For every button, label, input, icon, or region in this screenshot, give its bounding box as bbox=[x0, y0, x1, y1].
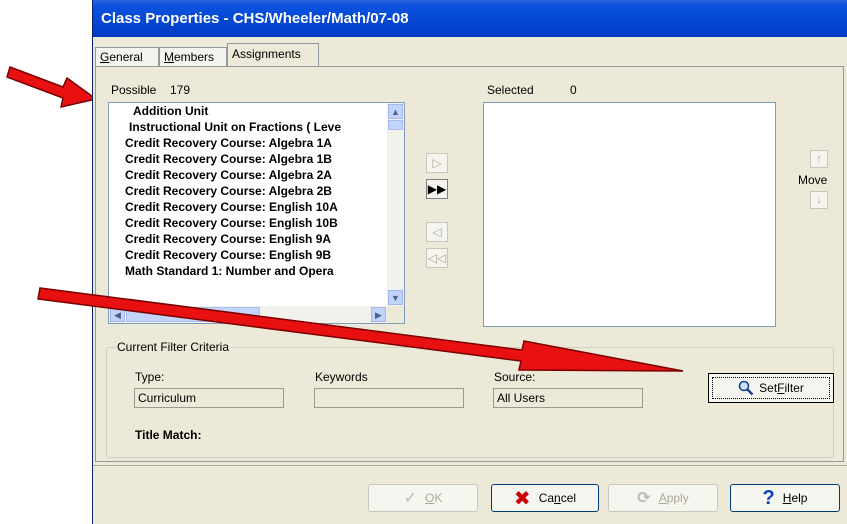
cancel-label-post: cel bbox=[560, 491, 577, 505]
source-field: All Users bbox=[493, 388, 643, 408]
list-item[interactable]: Math Standard 1: Number and Opera bbox=[109, 263, 387, 279]
source-label: Source: bbox=[494, 370, 536, 384]
set-filter-label-post: ilter bbox=[784, 381, 804, 395]
cancel-accel: n bbox=[554, 491, 561, 505]
ok-button[interactable]: ✓ OK bbox=[368, 484, 478, 512]
tab-members-label: embers bbox=[174, 50, 215, 64]
possible-horizontal-scrollbar[interactable]: ◀ ▶ bbox=[109, 306, 387, 323]
scrollbar-corner bbox=[387, 306, 404, 323]
tab-general[interactable]: General bbox=[95, 47, 159, 66]
list-item[interactable]: Credit Recovery Course: English 10A bbox=[109, 199, 387, 215]
magnifier-icon bbox=[738, 380, 754, 396]
tab-assignments-label: Assignments bbox=[232, 47, 301, 61]
set-filter-focus: Set Filter bbox=[712, 377, 830, 399]
list-item[interactable]: Credit Recovery Course: English 9A bbox=[109, 231, 387, 247]
list-item[interactable]: Credit Recovery Course: Algebra 2B bbox=[109, 183, 387, 199]
type-field: Curriculum bbox=[134, 388, 284, 408]
dialog-title: Class Properties - CHS/Wheeler/Math/07-0… bbox=[93, 0, 847, 37]
set-filter-button[interactable]: Set Filter bbox=[708, 373, 834, 403]
scroll-up-icon[interactable]: ▲ bbox=[388, 104, 403, 119]
move-label: Move bbox=[798, 173, 828, 187]
type-label: Type: bbox=[135, 370, 165, 384]
cancel-label-pre: Ca bbox=[538, 491, 555, 505]
red-x-icon: ✖ bbox=[513, 487, 531, 510]
add-all-button[interactable]: ▶▶ bbox=[426, 179, 448, 199]
tab-assignments[interactable]: Assignments bbox=[227, 43, 319, 67]
apply-accel: A bbox=[658, 491, 667, 505]
title-match-label: Title Match: bbox=[135, 428, 202, 442]
horizontal-scroll-thumb[interactable] bbox=[126, 307, 260, 322]
button-bar-divider bbox=[93, 465, 847, 466]
checkmark-icon: ✓ bbox=[403, 490, 418, 507]
tab-general-accel: G bbox=[100, 50, 110, 64]
list-item[interactable]: Credit Recovery Course: English 10B bbox=[109, 215, 387, 231]
question-mark-icon: ? bbox=[762, 486, 775, 509]
scroll-down-icon[interactable]: ▼ bbox=[388, 290, 403, 305]
help-button[interactable]: ? Help bbox=[730, 484, 840, 512]
selected-list[interactable] bbox=[483, 102, 776, 327]
help-accel: H bbox=[782, 491, 792, 505]
set-filter-label-pre: Set bbox=[759, 381, 778, 395]
ok-accel: O bbox=[425, 491, 435, 505]
move-up-button[interactable]: ↑ bbox=[810, 150, 828, 168]
list-item[interactable]: Credit Recovery Course: English 9B bbox=[109, 247, 387, 263]
possible-list-items: Addition Unit Instructional Unit on Frac… bbox=[109, 103, 387, 306]
possible-list[interactable]: Addition Unit Instructional Unit on Frac… bbox=[108, 102, 405, 324]
set-filter-accel: F bbox=[777, 381, 785, 395]
ok-label: K bbox=[434, 491, 443, 505]
scroll-right-icon[interactable]: ▶ bbox=[371, 307, 386, 322]
annotation-arrow-left bbox=[6, 66, 98, 108]
list-item[interactable]: Credit Recovery Course: Algebra 2A bbox=[109, 167, 387, 183]
possible-label: Possible bbox=[111, 83, 157, 97]
list-item[interactable]: Credit Recovery Course: Algebra 1A bbox=[109, 135, 387, 151]
list-item[interactable]: Addition Unit bbox=[109, 103, 387, 119]
add-selected-button[interactable]: ▷ bbox=[426, 153, 448, 173]
apply-label: pply bbox=[666, 491, 689, 505]
vertical-scroll-thumb[interactable] bbox=[388, 120, 403, 130]
remove-all-button[interactable]: ◁◁ bbox=[426, 248, 448, 268]
selected-label: Selected bbox=[487, 83, 534, 97]
tab-members-accel: M bbox=[164, 50, 174, 64]
refresh-icon: ⟳ bbox=[637, 490, 651, 507]
keywords-label: Keywords bbox=[315, 370, 368, 384]
cancel-button[interactable]: ✖ Ca n cel bbox=[491, 484, 599, 512]
tab-general-label: eneral bbox=[109, 50, 143, 64]
filter-criteria-title: Current Filter Criteria bbox=[115, 340, 232, 354]
list-item[interactable]: Credit Recovery Course: Algebra 1B bbox=[109, 151, 387, 167]
keywords-field bbox=[314, 388, 464, 408]
apply-button[interactable]: ⟳ Apply bbox=[608, 484, 718, 512]
assignments-panel: Possible 179 Addition Unit Instructional… bbox=[95, 66, 844, 462]
possible-count: 179 bbox=[170, 83, 191, 97]
scroll-left-icon[interactable]: ◀ bbox=[110, 307, 125, 322]
help-label: elp bbox=[791, 491, 808, 505]
possible-vertical-scrollbar[interactable]: ▲ ▼ bbox=[387, 103, 404, 306]
list-item[interactable]: Instructional Unit on Fractions ( Leve bbox=[109, 119, 387, 135]
tab-members[interactable]: Members bbox=[159, 47, 227, 66]
remove-selected-button[interactable]: ◁ bbox=[426, 222, 448, 242]
selected-count: 0 bbox=[570, 83, 577, 97]
class-properties-dialog: Class Properties - CHS/Wheeler/Math/07-0… bbox=[92, 0, 847, 524]
move-down-button[interactable]: ↓ bbox=[810, 191, 828, 209]
